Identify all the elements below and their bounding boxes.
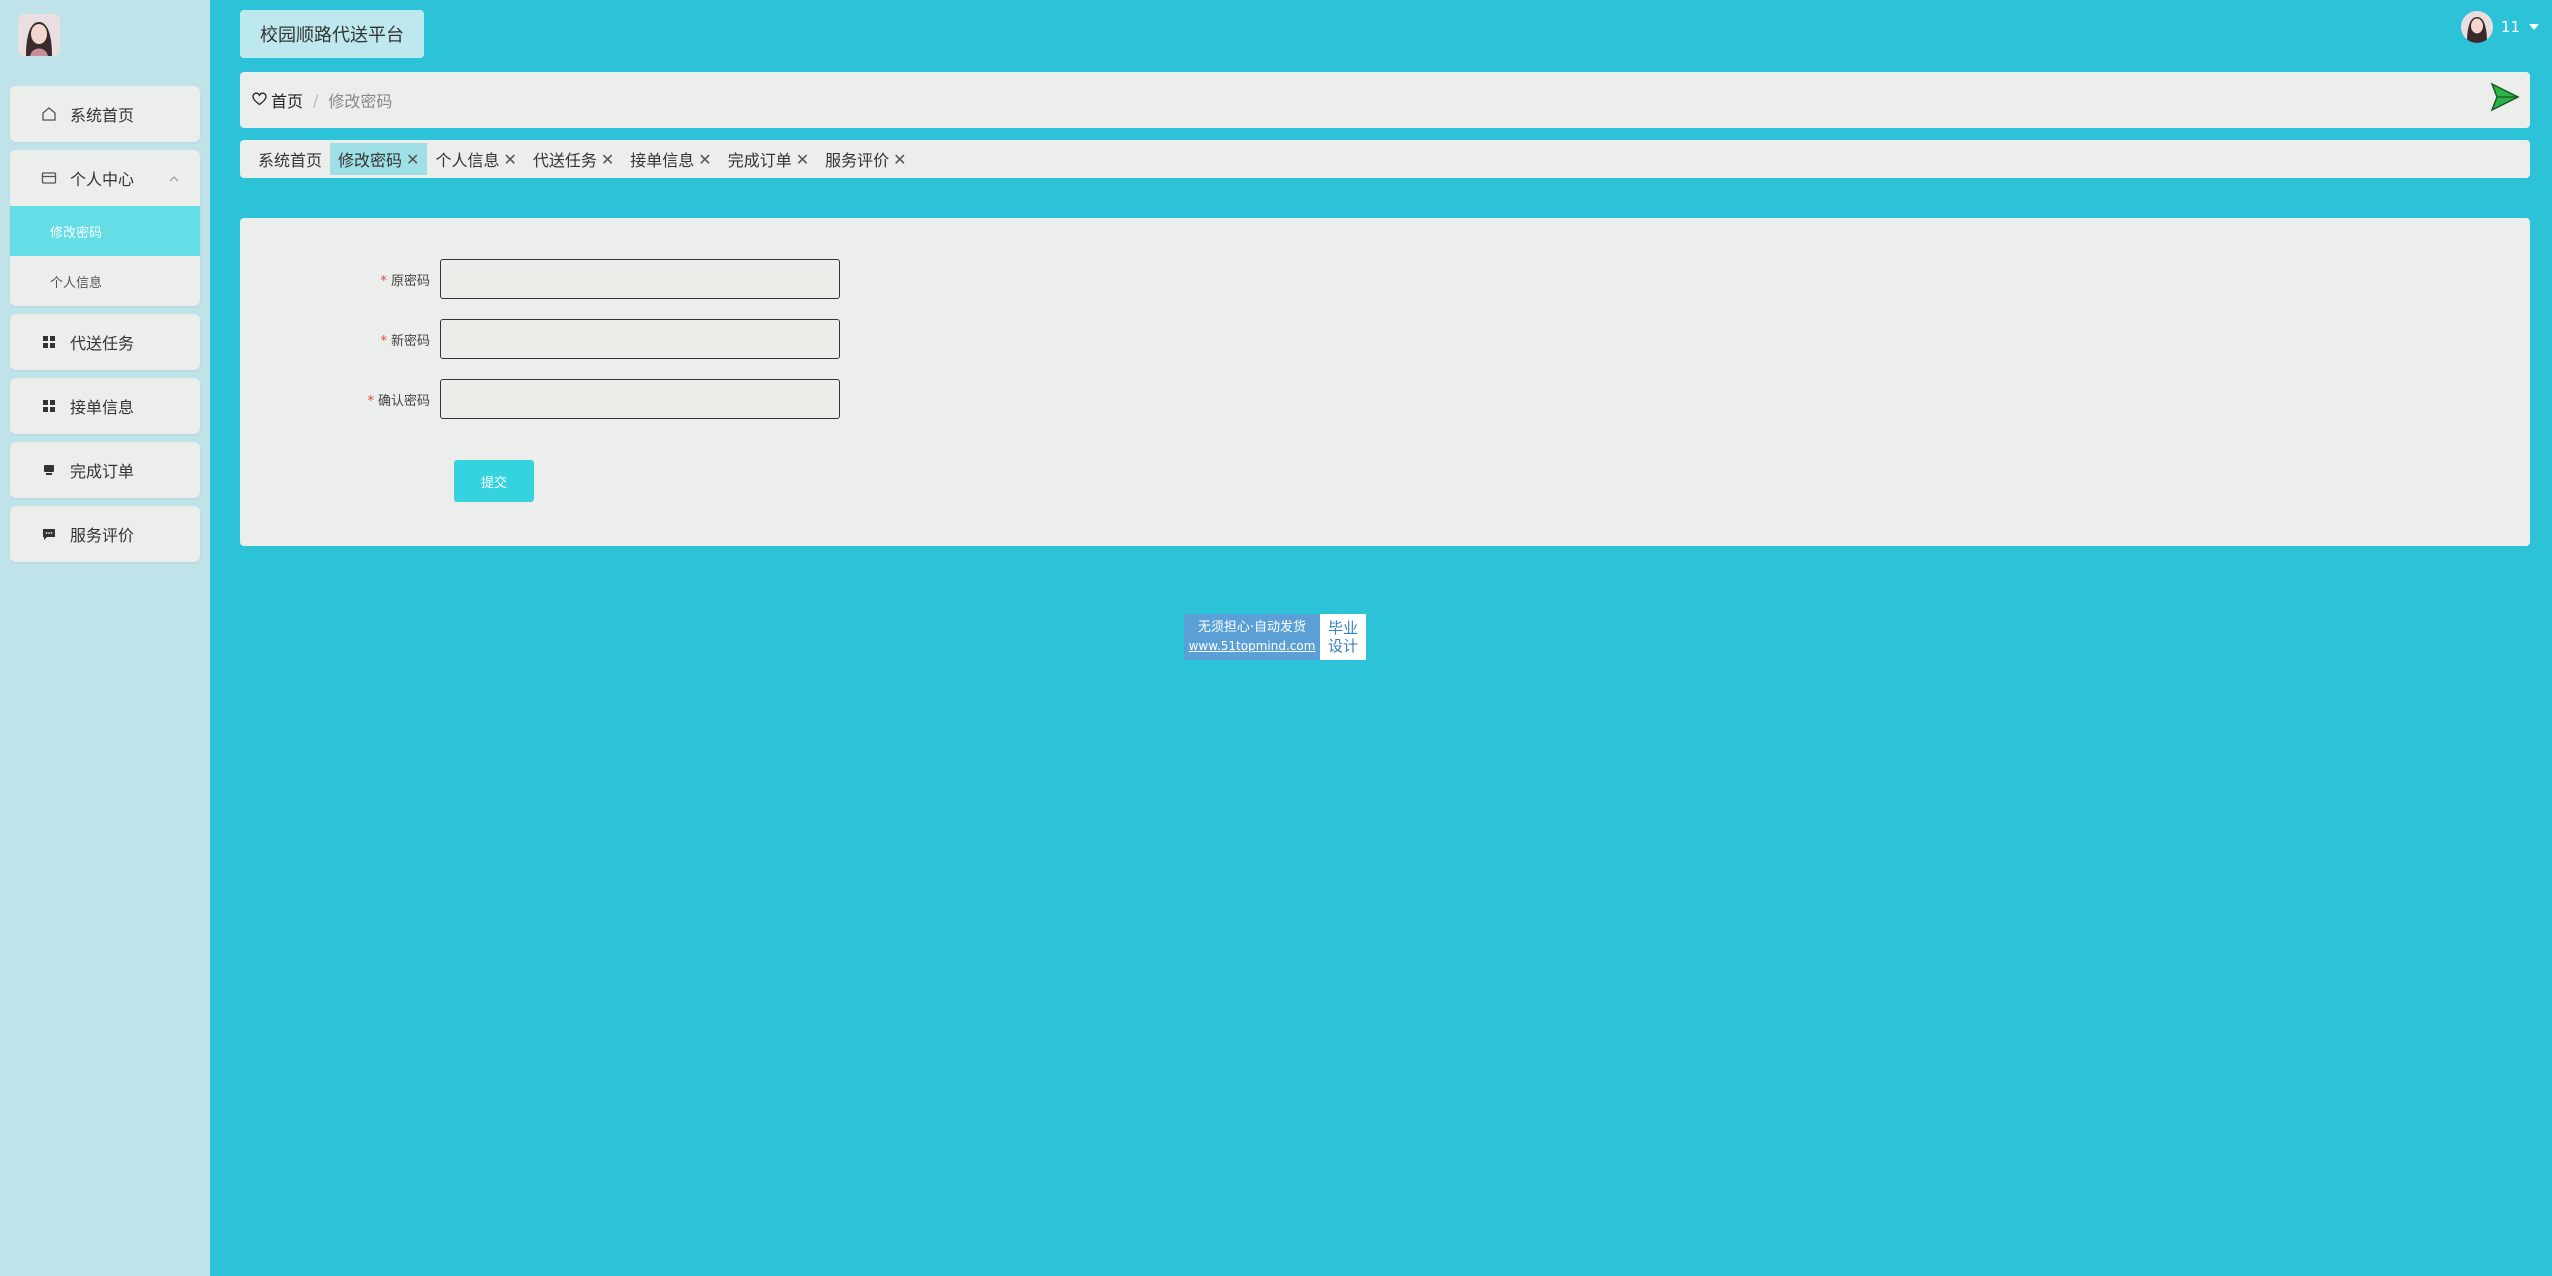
sidebar-item-label: 完成订单 bbox=[70, 462, 135, 481]
sidebar-item-home[interactable]: 系统首页 bbox=[10, 86, 200, 142]
paper-plane-icon bbox=[2488, 80, 2522, 114]
sidebar-subitem-change-password[interactable]: 修改密码 bbox=[10, 206, 200, 256]
sidebar-item-label: 个人中心 bbox=[70, 170, 135, 189]
sidebar-subitem-personal-info[interactable]: 个人信息 bbox=[10, 256, 200, 306]
watermark-tag-line2: 设计 bbox=[1327, 637, 1358, 655]
tab-label: 服务评价 bbox=[825, 151, 890, 170]
tab-service-review[interactable]: 服务评价 ✕ bbox=[817, 143, 914, 175]
sidebar-avatar bbox=[18, 14, 60, 56]
sidebar-item-personal-center[interactable]: 个人中心 bbox=[10, 150, 200, 206]
card-icon bbox=[40, 169, 58, 187]
form-row-confirm-password: * 确认密码 bbox=[240, 378, 840, 420]
submit-button[interactable]: 提交 bbox=[454, 460, 534, 502]
tab-delivery-tasks[interactable]: 代送任务 ✕ bbox=[525, 143, 622, 175]
new-password-label: * 新密码 bbox=[380, 333, 430, 349]
tab-system-home[interactable]: 系统首页 bbox=[250, 143, 330, 175]
tab-label: 接单信息 bbox=[630, 151, 695, 170]
watermark-line1: 无须担心·自动发货 bbox=[1197, 620, 1307, 635]
tab-label: 修改密码 bbox=[338, 151, 403, 170]
sidebar-item-service-review[interactable]: 服务评价 bbox=[10, 506, 200, 562]
breadcrumb-current: 修改密码 bbox=[328, 92, 393, 111]
form-row-old-password: * 原密码 bbox=[240, 258, 840, 300]
breadcrumb-separator: / bbox=[313, 90, 319, 110]
chevron-up-icon bbox=[168, 170, 180, 189]
home-icon bbox=[40, 105, 58, 123]
close-icon[interactable]: ✕ bbox=[698, 150, 711, 169]
user-menu[interactable]: 11 bbox=[2460, 10, 2540, 44]
avatar bbox=[2460, 11, 2493, 43]
app-title: 校园顺路代送平台 bbox=[240, 10, 424, 58]
confirm-password-label: * 确认密码 bbox=[367, 393, 430, 409]
required-mark: * bbox=[380, 333, 387, 349]
tab-bar: 系统首页 修改密码 ✕ 个人信息 ✕ 代送任务 ✕ 接单信息 ✕ 完成订单 ✕ … bbox=[240, 140, 2530, 178]
watermark-text: 无须担心·自动发货 www.51topmind.com bbox=[1184, 614, 1320, 660]
sidebar-item-label: 系统首页 bbox=[70, 106, 135, 125]
chat-icon bbox=[40, 525, 58, 543]
form-row-new-password: * 新密码 bbox=[240, 318, 840, 360]
grid-icon bbox=[40, 397, 58, 415]
sidebar-item-delivery-tasks[interactable]: 代送任务 bbox=[10, 314, 200, 370]
sidebar-item-order-info[interactable]: 接单信息 bbox=[10, 378, 200, 434]
caret-down-icon bbox=[2528, 18, 2540, 36]
tab-label: 系统首页 bbox=[258, 151, 323, 170]
heart-icon bbox=[252, 91, 267, 110]
close-icon[interactable]: ✕ bbox=[601, 150, 614, 169]
tab-label: 代送任务 bbox=[532, 151, 597, 170]
watermark-tag: 毕业 设计 bbox=[1320, 614, 1366, 660]
user-name: 11 bbox=[2500, 18, 2520, 36]
required-mark: * bbox=[380, 273, 387, 289]
tab-label: 完成订单 bbox=[727, 151, 792, 170]
close-icon[interactable]: ✕ bbox=[796, 150, 809, 169]
tab-change-password[interactable]: 修改密码 ✕ bbox=[330, 143, 428, 175]
old-password-label: * 原密码 bbox=[380, 273, 430, 289]
sidebar-item-label: 服务评价 bbox=[70, 526, 135, 545]
monitor-icon bbox=[40, 461, 58, 479]
tab-completed-orders[interactable]: 完成订单 ✕ bbox=[720, 143, 817, 175]
close-icon[interactable]: ✕ bbox=[503, 150, 516, 169]
new-password-input[interactable] bbox=[440, 319, 840, 359]
watermark-tag-line1: 毕业 bbox=[1327, 619, 1358, 637]
sidebar-group-personal: 个人中心 修改密码 个人信息 bbox=[10, 150, 200, 306]
tab-personal-info[interactable]: 个人信息 ✕ bbox=[427, 143, 524, 175]
tab-label: 个人信息 bbox=[435, 151, 500, 170]
change-password-form: * 原密码 * 新密码 * 确认密码 提交 bbox=[240, 218, 2530, 546]
sidebar-item-label: 代送任务 bbox=[70, 334, 135, 353]
breadcrumb-home[interactable]: 首页 bbox=[252, 88, 303, 112]
sidebar-item-completed-orders[interactable]: 完成订单 bbox=[10, 442, 200, 498]
sidebar: 系统首页 个人中心 修改密码 个人信息 代送任务 接单信息 完成订单 服务评价 bbox=[0, 0, 210, 1276]
close-icon[interactable]: ✕ bbox=[893, 150, 906, 169]
old-password-input[interactable] bbox=[440, 259, 840, 299]
breadcrumb-home-label: 首页 bbox=[271, 92, 304, 111]
breadcrumb: 首页 / 修改密码 bbox=[240, 72, 2530, 128]
sidebar-item-label: 接单信息 bbox=[70, 398, 135, 417]
required-mark: * bbox=[367, 393, 374, 409]
watermark-badge[interactable]: 无须担心·自动发货 www.51topmind.com 毕业 设计 bbox=[1184, 614, 1366, 660]
tab-order-info[interactable]: 接单信息 ✕ bbox=[622, 143, 719, 175]
confirm-password-input[interactable] bbox=[440, 379, 840, 419]
watermark-url[interactable]: www.51topmind.com bbox=[1189, 637, 1316, 656]
close-icon[interactable]: ✕ bbox=[406, 150, 419, 169]
grid-icon bbox=[40, 333, 58, 351]
